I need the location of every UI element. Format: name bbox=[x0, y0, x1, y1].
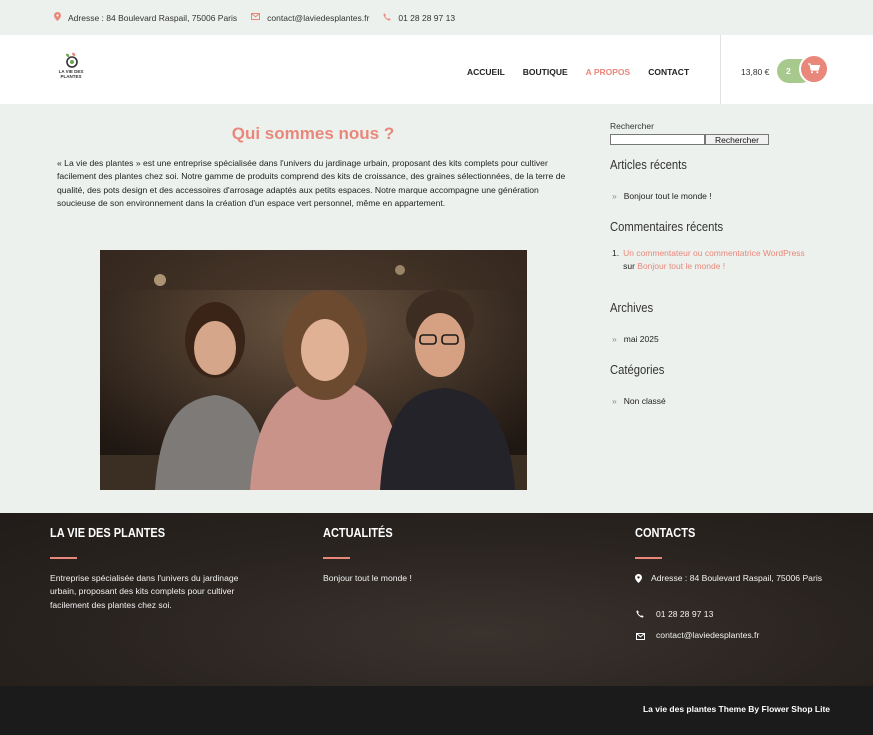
top-info-bar: Adresse : 84 Boulevard Raspail, 75006 Pa… bbox=[0, 0, 873, 35]
nav-item-boutique[interactable]: BOUTIQUE bbox=[523, 67, 568, 77]
intro-paragraph: « La vie des plantes » est une entrepris… bbox=[57, 158, 566, 208]
bullet: » bbox=[612, 191, 617, 201]
recent-post-item[interactable]: » Bonjour tout le monde ! bbox=[612, 191, 712, 201]
map-pin-icon bbox=[54, 12, 61, 23]
header-divider bbox=[720, 35, 721, 104]
archives-heading: Archives bbox=[610, 301, 654, 315]
cart-icon bbox=[808, 62, 821, 76]
topbar-phone[interactable]: 01 28 28 97 13 bbox=[383, 13, 455, 23]
category-item[interactable]: » Non classé bbox=[612, 396, 666, 406]
topbar-email-text[interactable]: contact@laviedesplantes.fr bbox=[267, 13, 369, 23]
comment-number: 1. bbox=[612, 248, 620, 258]
envelope-icon bbox=[636, 632, 645, 642]
archive-link[interactable]: mai 2025 bbox=[624, 334, 659, 344]
footer-about-title: LA VIE DES PLANTES bbox=[50, 526, 166, 540]
topbar-address-text: Adresse : 84 Boulevard Raspail, 75006 Pa… bbox=[68, 12, 238, 23]
logo-text: LA VIE DES PLANTES bbox=[59, 69, 84, 79]
footer-contacts-title: CONTACTS bbox=[635, 526, 696, 540]
footer-divider bbox=[50, 557, 77, 559]
recent-posts-heading: Articles récents bbox=[610, 158, 687, 172]
cart-button[interactable] bbox=[799, 54, 829, 84]
recent-comments-list: 1. Un commentateur ou commentatrice Word… bbox=[612, 247, 827, 273]
footer-divider bbox=[635, 557, 662, 559]
categories-heading: Catégories bbox=[610, 363, 665, 377]
category-link[interactable]: Non classé bbox=[624, 396, 666, 406]
footer-about-text: Entreprise spécialisée dans l'univers du… bbox=[50, 573, 239, 610]
comment-text: Un commentateur ou commentatrice WordPre… bbox=[623, 247, 805, 273]
topbar-email[interactable]: contact@laviedesplantes.fr bbox=[251, 13, 369, 23]
search-button[interactable]: Rechercher bbox=[705, 134, 769, 145]
footer-address: Adresse : 84 Boulevard Raspail, 75006 Pa… bbox=[651, 573, 823, 583]
site-footer: LA VIE DES PLANTES Entreprise spécialisé… bbox=[0, 513, 873, 686]
cart-count: 2 bbox=[786, 66, 791, 76]
recent-post-link[interactable]: Bonjour tout le monde ! bbox=[624, 191, 712, 201]
phone-icon bbox=[636, 610, 644, 620]
comment-on-text: sur bbox=[623, 261, 635, 271]
main-nav: ACCUEIL BOUTIQUE A PROPOS CONTACT bbox=[467, 67, 689, 77]
comment-item: 1. Un commentateur ou commentatrice Word… bbox=[612, 247, 827, 273]
team-photo bbox=[100, 250, 527, 490]
footer-phone[interactable]: 01 28 28 97 13 bbox=[656, 608, 713, 621]
envelope-icon bbox=[251, 13, 261, 22]
comment-post-link[interactable]: Bonjour tout le monde ! bbox=[637, 261, 725, 271]
topbar-phone-text[interactable]: 01 28 28 97 13 bbox=[398, 13, 455, 23]
search-label: Rechercher bbox=[610, 121, 654, 131]
footer-news-title: ACTUALITÉS bbox=[323, 526, 393, 540]
nav-item-contact[interactable]: CONTACT bbox=[648, 67, 689, 77]
bullet: » bbox=[612, 334, 617, 344]
footer-divider bbox=[323, 557, 350, 559]
archive-item[interactable]: » mai 2025 bbox=[612, 334, 659, 344]
bullet: » bbox=[612, 396, 617, 406]
nav-item-a-propos[interactable]: A PROPOS bbox=[586, 67, 631, 77]
topbar-address: Adresse : 84 Boulevard Raspail, 75006 Pa… bbox=[54, 12, 237, 23]
site-logo[interactable]: LA VIE DES PLANTES bbox=[54, 52, 88, 86]
theme-credit[interactable]: La vie des plantes Theme By Flower Shop … bbox=[643, 704, 830, 714]
comment-author-link[interactable]: Un commentateur ou commentatrice WordPre… bbox=[623, 248, 805, 258]
copyright-bar: La vie des plantes Theme By Flower Shop … bbox=[0, 686, 873, 735]
site-header: LA VIE DES PLANTES ACCUEIL BOUTIQUE A PR… bbox=[0, 35, 873, 104]
cart-total[interactable]: 13,80 € bbox=[741, 67, 769, 77]
phone-icon bbox=[383, 12, 391, 23]
search-input[interactable] bbox=[610, 134, 705, 145]
nav-item-accueil[interactable]: ACCUEIL bbox=[467, 67, 505, 77]
page-title: Qui sommes nous ? bbox=[231, 124, 395, 143]
logo-line-2: PLANTES bbox=[60, 74, 82, 79]
footer-email[interactable]: contact@laviedesplantes.fr bbox=[656, 629, 759, 642]
footer-news-post[interactable]: Bonjour tout le monde ! bbox=[323, 572, 412, 585]
recent-comments-heading: Commentaires récents bbox=[610, 220, 724, 234]
leaf-logo-icon bbox=[63, 52, 79, 68]
